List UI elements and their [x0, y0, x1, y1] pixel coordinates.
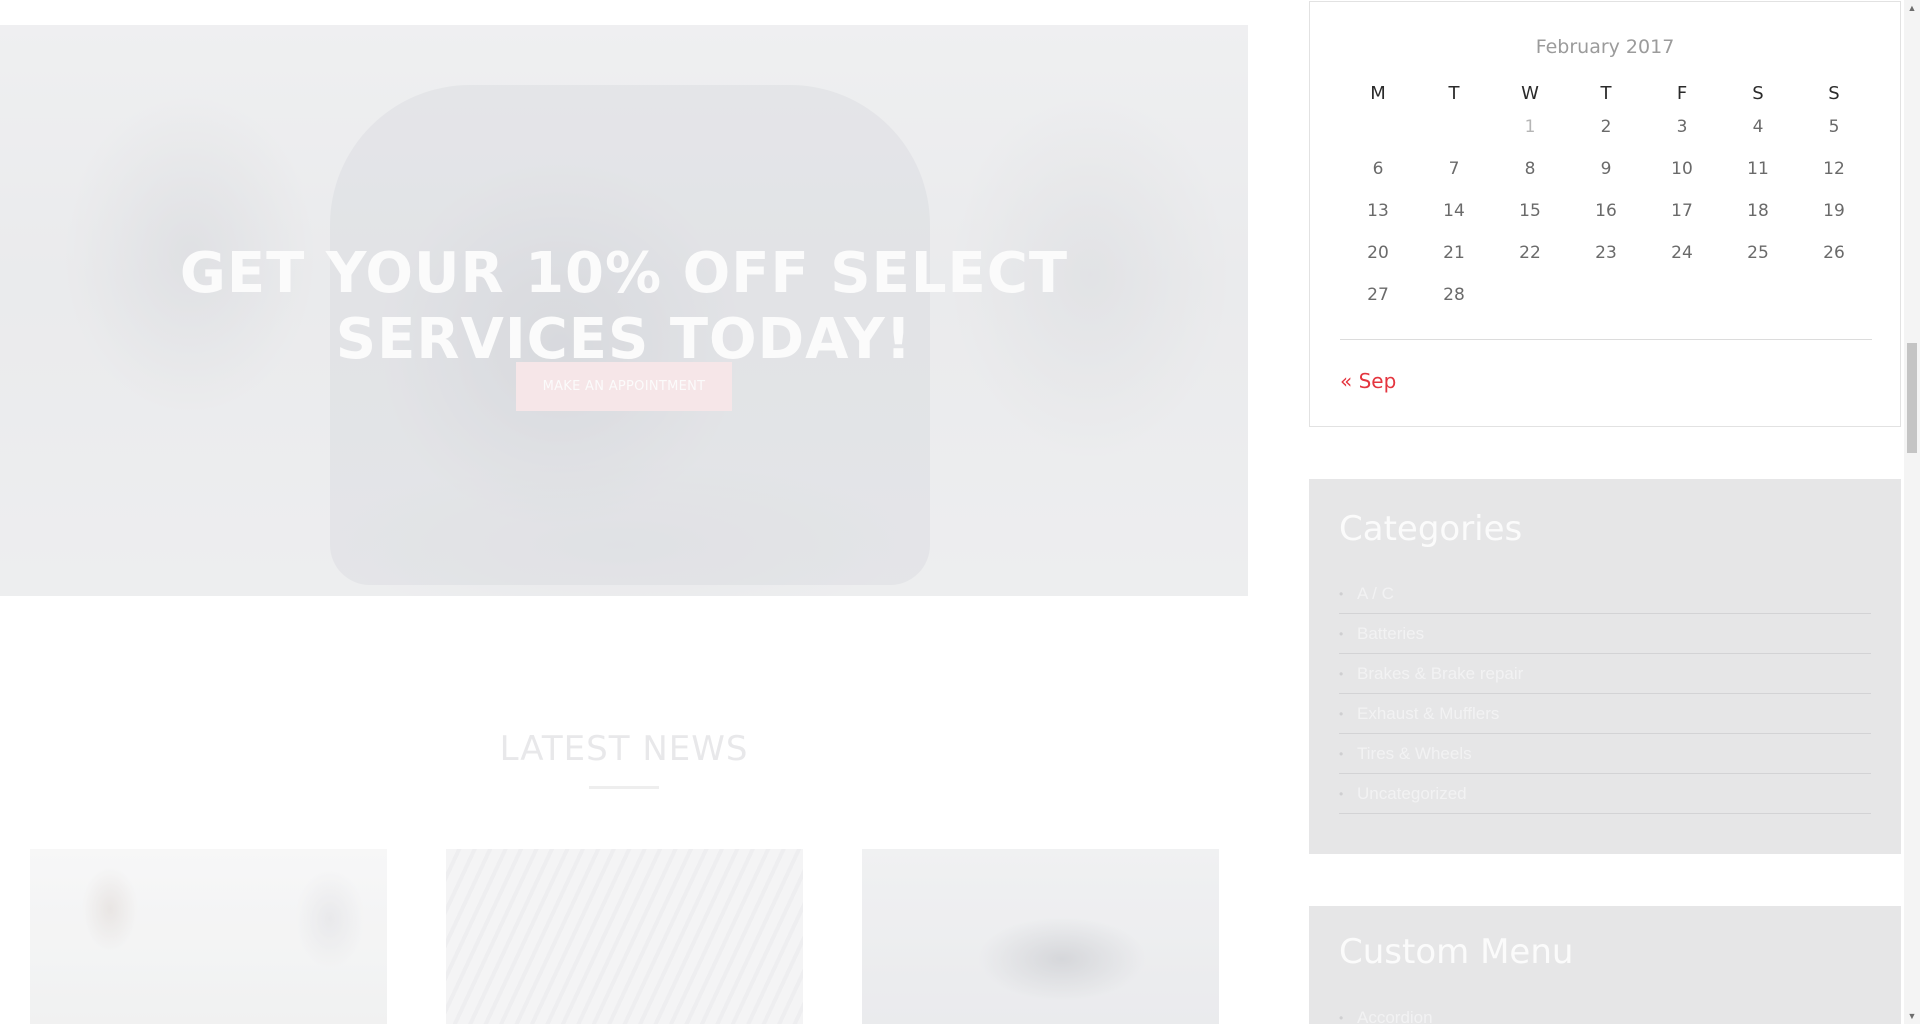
custom-menu-link[interactable]: Accordion — [1357, 1008, 1433, 1024]
categories-widget: Categories • A / C • Batteries • Brakes & Bra… — [1309, 479, 1901, 854]
scroll-up-arrow-icon[interactable]: ▲ — [1904, 0, 1920, 16]
custom-menu-item: • Accordion — [1339, 1003, 1433, 1024]
calendar-day: 17 — [1671, 201, 1693, 221]
calendar-day: 24 — [1671, 243, 1693, 263]
category-link[interactable]: Batteries — [1357, 624, 1424, 644]
calendar-day: 11 — [1747, 159, 1769, 179]
news-card-image-1[interactable] — [30, 849, 387, 1024]
calendar-day: 20 — [1367, 243, 1389, 263]
page-scrollbar[interactable]: ▲ ▼ — [1904, 0, 1920, 1024]
weekday-header: W — [1521, 82, 1539, 104]
heading-divider — [589, 786, 659, 789]
calendar-day: 13 — [1367, 201, 1389, 221]
calendar-day: 16 — [1595, 201, 1617, 221]
calendar-day: 25 — [1747, 243, 1769, 263]
bullet-icon: • — [1339, 626, 1344, 641]
calendar-day: 21 — [1443, 243, 1465, 263]
category-link[interactable]: A / C — [1357, 584, 1394, 604]
categories-title: Categories — [1339, 509, 1523, 549]
hero-title-line-1: GET YOUR 10% OFF SELECT — [179, 240, 1069, 306]
make-appointment-button[interactable]: MAKE AN APPOINTMENT — [516, 362, 732, 411]
categories-list: • A / C • Batteries • Brakes & Brake repair • E… — [1339, 574, 1871, 814]
calendar-day — [1796, 274, 1872, 316]
hero-title: GET YOUR 10% OFF SELECT SERVICES TODAY! — [0, 241, 1248, 373]
news-card-image-2[interactable] — [446, 849, 803, 1024]
calendar-day: 1 — [1524, 117, 1536, 137]
calendar-week-row: 1 2 3 4 5 — [1340, 106, 1872, 148]
latest-news-heading: LATEST NEWS — [499, 729, 749, 769]
calendar-day: 27 — [1367, 285, 1389, 305]
category-item: • A / C — [1339, 574, 1871, 614]
bullet-icon: • — [1339, 746, 1344, 761]
calendar-day: 26 — [1823, 243, 1845, 263]
calendar-day: 22 — [1519, 243, 1541, 263]
calendar-week-row: 6 7 8 9 10 11 12 — [1340, 148, 1872, 190]
weekday-header: T — [1600, 82, 1612, 104]
calendar-caption: February 2017 — [1535, 36, 1675, 58]
bullet-icon: • — [1339, 1011, 1344, 1024]
category-link[interactable]: Brakes & Brake repair — [1357, 664, 1523, 684]
calendar-week-row: 13 14 15 16 17 18 19 — [1340, 190, 1872, 232]
calendar-prev-month-link[interactable]: « Sep — [1340, 369, 1396, 393]
calendar-day: 12 — [1823, 159, 1845, 179]
scroll-down-arrow-icon[interactable]: ▼ — [1904, 1008, 1920, 1024]
calendar-day: 9 — [1600, 159, 1612, 179]
category-item: • Uncategorized — [1339, 774, 1871, 814]
category-item: • Batteries — [1339, 614, 1871, 654]
weekday-header: S — [1828, 82, 1840, 104]
category-item: • Brakes & Brake repair — [1339, 654, 1871, 694]
calendar-widget: February 2017 MTWTFSS 1 2 3 4 5 6 7 8 9 10 11 12 13 1… — [1309, 1, 1901, 427]
calendar-day — [1568, 274, 1644, 316]
hero-banner: GET YOUR 10% OFF SELECT SERVICES TODAY! … — [0, 25, 1248, 596]
calendar-day: 7 — [1448, 159, 1460, 179]
scrollbar-thumb[interactable] — [1907, 343, 1917, 453]
category-link[interactable]: Uncategorized — [1357, 784, 1467, 804]
calendar-day — [1340, 106, 1416, 148]
weekday-header: T — [1448, 82, 1460, 104]
calendar-day: 19 — [1823, 201, 1845, 221]
custom-menu-list: • Accordion — [1339, 1003, 1433, 1024]
category-link[interactable]: Exhaust & Mufflers — [1357, 704, 1499, 724]
calendar-divider — [1340, 339, 1872, 340]
weekday-header: F — [1676, 82, 1688, 104]
calendar-week-row: 20 21 22 23 24 25 26 — [1340, 232, 1872, 274]
calendar-day: 6 — [1372, 159, 1384, 179]
custom-menu-title: Custom Menu — [1339, 932, 1574, 972]
calendar-day — [1416, 106, 1492, 148]
calendar-day: 28 — [1443, 285, 1465, 305]
calendar-day — [1492, 274, 1568, 316]
news-card-image-3[interactable] — [862, 849, 1219, 1024]
category-item: • Exhaust & Mufflers — [1339, 694, 1871, 734]
weekday-header: M — [1370, 82, 1386, 104]
bullet-icon: • — [1339, 666, 1344, 681]
category-item: • Tires & Wheels — [1339, 734, 1871, 774]
bullet-icon: • — [1339, 786, 1344, 801]
weekday-header: S — [1752, 82, 1764, 104]
category-link[interactable]: Tires & Wheels — [1357, 744, 1472, 764]
calendar-day: 2 — [1600, 117, 1612, 137]
bullet-icon: • — [1339, 706, 1344, 721]
calendar-day: 4 — [1752, 117, 1764, 137]
calendar-day: 15 — [1519, 201, 1541, 221]
calendar-day: 23 — [1595, 243, 1617, 263]
calendar-day: 8 — [1524, 159, 1536, 179]
calendar-day: 3 — [1676, 117, 1688, 137]
calendar-day — [1720, 274, 1796, 316]
calendar-day: 18 — [1747, 201, 1769, 221]
custom-menu-widget: Custom Menu • Accordion — [1309, 906, 1901, 1024]
bullet-icon: • — [1339, 586, 1344, 601]
calendar-table: MTWTFSS 1 2 3 4 5 6 7 8 9 10 11 12 13 14 15 16 17 18 19 20 2… — [1340, 80, 1872, 316]
calendar-week-row: 27 28 — [1340, 274, 1872, 316]
calendar-day — [1644, 274, 1720, 316]
calendar-day: 14 — [1443, 201, 1465, 221]
calendar-day: 5 — [1828, 117, 1840, 137]
calendar-day: 10 — [1671, 159, 1693, 179]
